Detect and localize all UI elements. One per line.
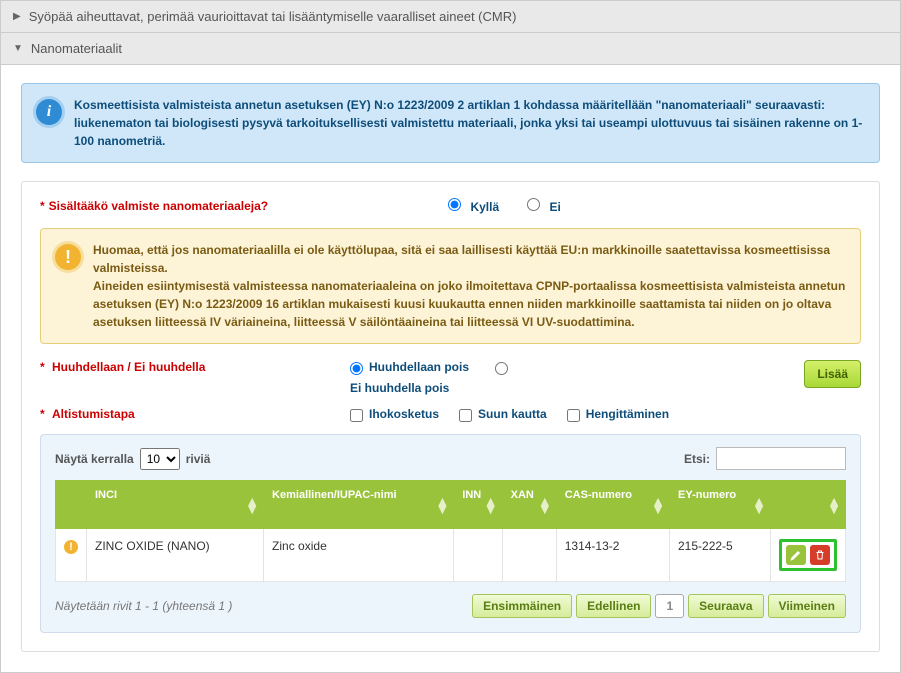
required-asterisk: * <box>40 199 45 213</box>
pager-last[interactable]: Viimeinen <box>768 594 846 618</box>
edit-icon[interactable] <box>786 545 806 565</box>
col-chem[interactable]: Kemiallinen/IUPAC-nimi▲▼ <box>264 481 454 529</box>
required-asterisk: * <box>40 407 45 421</box>
check-dermal-label[interactable]: Ihokosketus <box>350 407 439 422</box>
col-actions[interactable]: ▲▼ <box>771 481 846 529</box>
table-info: Näytetään rivit 1 - 1 (yhteensä 1 ) <box>55 599 232 613</box>
accordion-nano[interactable]: ▼ Nanomateriaalit <box>0 33 901 65</box>
table-panel: Näytä kerralla 10 riviä Etsi: INCI▲▼ K <box>40 434 861 633</box>
row-warning-icon: ! <box>64 540 78 554</box>
required-asterisk: * <box>40 360 45 374</box>
action-highlight <box>779 539 837 571</box>
radio-no-rinse-input[interactable] <box>495 360 514 375</box>
chevron-down-icon: ▼ <box>13 43 23 54</box>
col-inn[interactable]: INN▲▼ <box>454 481 502 529</box>
check-inhalation-label[interactable]: Hengittäminen <box>567 407 669 422</box>
radio-yes-label[interactable]: Kyllä <box>448 198 499 214</box>
radio-no[interactable] <box>527 198 540 211</box>
warning-text-2: Aineiden esiintymisestä valmisteessa nan… <box>93 277 846 331</box>
label-contains-nano: Sisältääkö valmiste nanomateriaaleja? <box>49 199 268 213</box>
delete-icon[interactable] <box>810 545 830 565</box>
col-ey[interactable]: EY-numero▲▼ <box>670 481 771 529</box>
cell-inci: ZINC OXIDE (NANO) <box>87 529 264 582</box>
check-inhalation[interactable] <box>567 409 580 422</box>
col-xan[interactable]: XAN▲▼ <box>502 481 556 529</box>
page-size-select[interactable]: 10 <box>140 448 180 470</box>
check-oral[interactable] <box>459 409 472 422</box>
search-label: Etsi: <box>684 452 710 466</box>
warning-icon: ! <box>55 244 81 270</box>
accordion-cmr-title: Syöpää aiheuttavat, perimää vaurioittava… <box>29 9 517 24</box>
cell-cas: 1314-13-2 <box>556 529 669 582</box>
accordion-cmr[interactable]: ▶ Syöpää aiheuttavat, perimää vaurioitta… <box>0 0 901 33</box>
pager-first[interactable]: Ensimmäinen <box>472 594 572 618</box>
info-icon: i <box>36 99 62 125</box>
col-cas[interactable]: CAS-numero▲▼ <box>556 481 669 529</box>
col-status[interactable] <box>56 481 87 529</box>
show-suffix: riviä <box>186 452 211 466</box>
info-text-line2: liukenematon tai biologisesti pysyvä tar… <box>74 114 865 150</box>
search-input[interactable] <box>716 447 846 470</box>
pager-next[interactable]: Seuraava <box>688 594 763 618</box>
pager: Ensimmäinen Edellinen 1 Seuraava Viimein… <box>472 594 846 618</box>
chevron-right-icon: ▶ <box>13 11 21 22</box>
accordion-nano-title: Nanomateriaalit <box>31 41 122 56</box>
info-text-line1: Kosmeettisista valmisteista annetun aset… <box>74 96 865 114</box>
table-row: ! ZINC OXIDE (NANO) Zinc oxide 1314-13-2… <box>56 529 846 582</box>
cell-xan <box>502 529 556 582</box>
add-button[interactable]: Lisää <box>804 360 861 388</box>
pager-page-1[interactable]: 1 <box>655 594 684 618</box>
cell-inn <box>454 529 502 582</box>
label-rinse: Huuhdellaan / Ei huuhdella <box>52 360 205 374</box>
check-dermal[interactable] <box>350 409 363 422</box>
col-inci[interactable]: INCI▲▼ <box>87 481 264 529</box>
radio-rinse-off-label[interactable]: Huuhdellaan pois <box>350 360 469 375</box>
label-exposure: Altistumistapa <box>52 407 135 421</box>
radio-no-label[interactable]: Ei <box>527 198 561 214</box>
nano-table: INCI▲▼ Kemiallinen/IUPAC-nimi▲▼ INN▲▼ XA… <box>55 480 846 582</box>
warning-box: ! Huomaa, että jos nanomateriaalilla ei … <box>40 228 861 344</box>
show-prefix: Näytä kerralla <box>55 452 134 466</box>
info-box: i Kosmeettisista valmisteista annetun as… <box>21 83 880 163</box>
radio-no-rinse-radio[interactable] <box>495 362 508 375</box>
cell-ey: 215-222-5 <box>670 529 771 582</box>
radio-yes[interactable] <box>448 198 461 211</box>
warning-text-1: Huomaa, että jos nanomateriaalilla ei ol… <box>93 241 846 277</box>
pager-prev[interactable]: Edellinen <box>576 594 651 618</box>
radio-no-rinse-label[interactable]: Ei huuhdella pois <box>350 381 469 395</box>
radio-rinse-off[interactable] <box>350 362 363 375</box>
check-oral-label[interactable]: Suun kautta <box>459 407 547 422</box>
cell-chem: Zinc oxide <box>264 529 454 582</box>
